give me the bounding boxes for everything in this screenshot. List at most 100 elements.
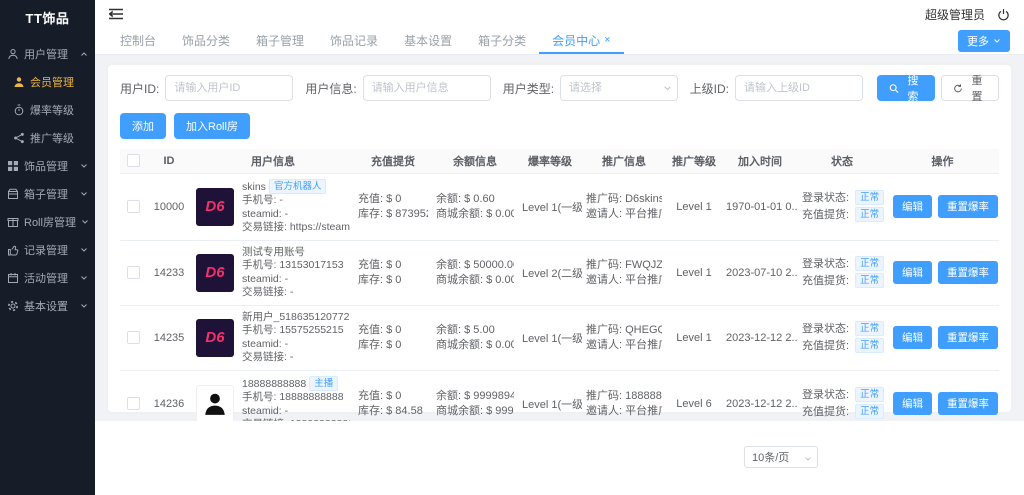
recharge-value: 充值: $ 0	[358, 192, 428, 207]
stock-value: 库存: $ 0	[358, 273, 428, 288]
table-row: 14235 D6 新用户_518635120772 手机号: 155752552…	[120, 305, 999, 370]
sidebar-item-member-management[interactable]: 会员管理	[0, 68, 95, 96]
share-icon	[13, 132, 25, 144]
inviter: 邀请人: 平台推广	[586, 207, 662, 222]
tab-item-records[interactable]: 饰品记录	[317, 28, 391, 54]
user-name: 18888888888	[242, 378, 306, 390]
chevron-down-icon	[80, 302, 88, 310]
collapse-menu-icon[interactable]	[109, 8, 123, 20]
join-roll-button[interactable]: 加入Roll房	[174, 113, 250, 139]
cell-id: 14235	[146, 305, 192, 370]
chevron-down-icon	[993, 37, 1001, 45]
user-phone: 手机号: 18888888888	[242, 391, 350, 405]
join-time: 2023-12-12 2...	[722, 305, 798, 370]
sidebar-item-label: 基本设置	[24, 298, 68, 314]
sidebar-item-promotion-level[interactable]: 推广等级	[0, 124, 95, 152]
reset-rate-button[interactable]: 重置爆率	[938, 261, 998, 284]
edit-button[interactable]: 编辑	[893, 392, 932, 415]
login-status-badge: 正常	[855, 321, 884, 337]
members-table: ID 用户信息 充值提货 余额信息 爆率等级 推广信息 推广等级 加入时间 状态…	[120, 149, 999, 438]
avatar: D6	[196, 319, 234, 357]
sidebar-menu: 用户管理 会员管理 爆率等级 推广等级 饰品管理	[0, 34, 95, 320]
user-info-input[interactable]	[363, 75, 491, 101]
tab-bar: 控制台 饰品分类 箱子管理 饰品记录 基本设置 箱子分类 会员中心 × 更多	[95, 28, 1024, 55]
parent-id-label: 上级ID:	[690, 80, 729, 97]
stock-value: 库存: $ 84.58	[358, 404, 428, 419]
tab-box-category[interactable]: 箱子分类	[465, 28, 539, 54]
app-window: TT饰品 用户管理 会员管理 爆率等级 推广等级	[0, 0, 1024, 495]
header-rate-level: 爆率等级	[518, 149, 582, 173]
row-checkbox[interactable]	[127, 200, 140, 213]
admin-user-label[interactable]: 超级管理员	[925, 6, 985, 23]
page-size-select[interactable]: 10条/页	[744, 446, 818, 468]
tab-member-center[interactable]: 会员中心 ×	[539, 28, 623, 54]
user-type-select[interactable]	[560, 75, 678, 101]
chevron-up-icon	[80, 50, 88, 58]
member-icon	[13, 76, 25, 88]
recharge-value: 充值: $ 0	[358, 389, 428, 404]
chevron-down-icon	[80, 274, 88, 282]
header-recharge: 充值提货	[354, 149, 432, 173]
edit-button[interactable]: 编辑	[893, 261, 932, 284]
select-all-checkbox[interactable]	[127, 154, 140, 167]
user-name: 测试专用账号	[242, 246, 305, 258]
reset-button[interactable]: 重置	[941, 75, 999, 101]
tab-close-icon[interactable]: ×	[604, 35, 610, 46]
sidebar-item-basic-settings[interactable]: 基本设置	[0, 292, 95, 320]
sidebar-item-rate-level[interactable]: 爆率等级	[0, 96, 95, 124]
sidebar-item-items-management[interactable]: 饰品管理	[0, 152, 95, 180]
tab-item-category[interactable]: 饰品分类	[169, 28, 243, 54]
records-icon	[7, 244, 19, 256]
edit-button[interactable]: 编辑	[893, 195, 932, 218]
chevron-down-icon	[81, 218, 89, 226]
chevron-down-icon	[80, 162, 88, 170]
delivery-status-badge: 正常	[855, 404, 884, 420]
join-time: 2023-07-10 2...	[722, 240, 798, 305]
box-icon	[7, 188, 19, 200]
reset-rate-button[interactable]: 重置爆率	[938, 195, 998, 218]
row-checkbox[interactable]	[127, 397, 140, 410]
sidebar-item-records-management[interactable]: 记录管理	[0, 236, 95, 264]
inviter: 邀请人: 平台推广	[586, 273, 662, 288]
sidebar-item-label: 饰品管理	[24, 158, 68, 174]
balance-value: 余额: $ 50000.00	[436, 258, 514, 273]
user-name: 新用户_518635120772	[242, 311, 349, 323]
rate-level: Level 2(二级)	[518, 240, 582, 305]
more-tabs-button[interactable]: 更多	[958, 30, 1010, 52]
mall-balance-value: 商城余额: $ 0.00	[436, 273, 514, 288]
reset-rate-button[interactable]: 重置爆率	[938, 326, 998, 349]
search-button[interactable]: 搜索	[877, 75, 935, 101]
delivery-status-badge: 正常	[855, 338, 884, 354]
rate-level: Level 1(一级)	[518, 305, 582, 370]
delivery-status-badge: 正常	[855, 273, 884, 289]
sidebar-item-user-management[interactable]: 用户管理	[0, 40, 95, 68]
tab-box-management[interactable]: 箱子管理	[243, 28, 317, 54]
power-icon[interactable]	[997, 8, 1010, 21]
promo-code: 推广码: 18888888	[586, 389, 662, 404]
sidebar-item-box-management[interactable]: 箱子管理	[0, 180, 95, 208]
promo-level: Level 1	[666, 305, 722, 370]
sidebar-item-roll-room-management[interactable]: Roll房管理	[0, 208, 95, 236]
user-trade-link: 交易链接: -	[242, 351, 349, 365]
user-type-select-input[interactable]	[560, 75, 678, 101]
grid-icon	[7, 160, 19, 172]
cell-id: 14233	[146, 240, 192, 305]
gear-icon	[7, 300, 19, 312]
sidebar-item-label: 用户管理	[24, 46, 68, 62]
promo-level: Level 1	[666, 173, 722, 240]
tab-basic-settings[interactable]: 基本设置	[391, 28, 465, 54]
row-checkbox[interactable]	[127, 266, 140, 279]
row-checkbox[interactable]	[127, 331, 140, 344]
edit-button[interactable]: 编辑	[893, 326, 932, 349]
user-steamid: steamid: -	[242, 338, 349, 352]
promo-level: Level 1	[666, 240, 722, 305]
content-filler	[95, 421, 1024, 495]
add-button[interactable]: 添加	[120, 113, 166, 139]
calendar-icon	[7, 272, 19, 284]
tab-console[interactable]: 控制台	[107, 28, 169, 54]
sidebar-item-activity-management[interactable]: 活动管理	[0, 264, 95, 292]
user-id-input[interactable]	[165, 75, 293, 101]
join-time: 1970-01-01 0...	[722, 173, 798, 240]
reset-rate-button[interactable]: 重置爆率	[938, 392, 998, 415]
parent-id-input[interactable]	[735, 75, 863, 101]
